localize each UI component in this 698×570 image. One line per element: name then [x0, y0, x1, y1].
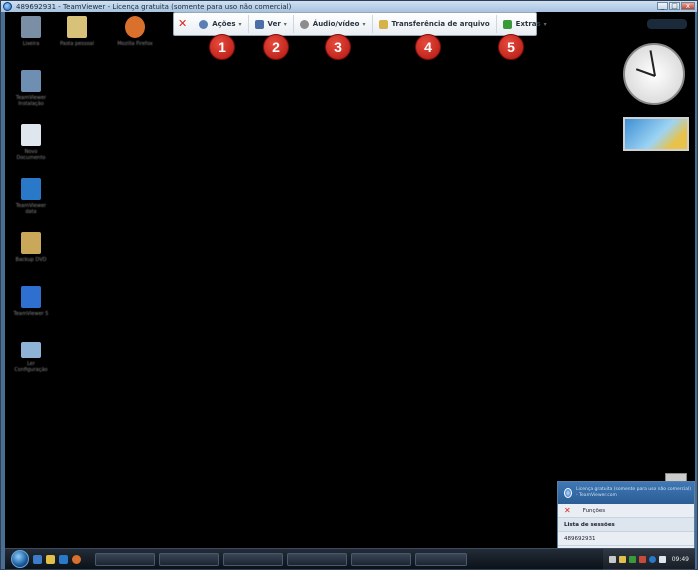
desktop-icon-label: Mozilla Firefox [117, 41, 153, 47]
toolbar-item-label: Ver [267, 20, 281, 28]
clock-minute-hand [649, 50, 656, 77]
chevron-down-icon: ▾ [238, 20, 242, 28]
remote-desktop[interactable]: Lixeira Pasta pessoal Mozilla Firefox Te… [5, 12, 695, 548]
session-list-item[interactable]: 489692931 [558, 532, 694, 546]
start-button[interactable] [11, 550, 29, 568]
teamviewer-app-icon [3, 2, 12, 11]
chevron-down-icon: ▾ [283, 20, 287, 28]
clock-gadget [623, 43, 685, 105]
tray-icon[interactable] [618, 556, 626, 563]
functions-row: ✕ Funções [558, 504, 694, 518]
tray-icon[interactable] [648, 556, 656, 563]
desktop-icon-config[interactable]: Ler Configuração [11, 342, 51, 373]
session-list-label: Lista de sessões [564, 521, 615, 528]
desktop-icon-firefox[interactable]: Mozilla Firefox [115, 16, 155, 47]
extras-icon [502, 19, 512, 29]
desktop-icon-label: Novo Documento [16, 149, 46, 161]
close-window-button[interactable]: x [681, 2, 695, 10]
remote-toolbar: ✕ Ações ▾ Ver ▾ Áudio/vídeo ▾ Transferên… [173, 12, 547, 36]
desktop-icon-teamviewer[interactable]: TeamViewer data [11, 178, 51, 215]
view-icon [254, 19, 264, 29]
callout-badge-2: 2 [263, 34, 289, 60]
close-session-button[interactable]: ✕ [178, 17, 187, 31]
toolbar-item-label: Extras [515, 20, 541, 28]
toolbar-item-label: Ações [212, 20, 236, 28]
desktop-icon-label: Ler Configuração [14, 361, 48, 373]
maximize-button[interactable]: □ [669, 2, 680, 10]
taskbar-button[interactable] [95, 552, 155, 566]
taskbar-button[interactable] [287, 552, 347, 566]
config-icon [21, 342, 41, 358]
volume-icon[interactable] [658, 556, 666, 563]
title-bar[interactable]: 489692931 - TeamViewer - Licença gratuit… [1, 1, 697, 12]
window-title: 489692931 - TeamViewer - Licença gratuit… [16, 2, 292, 11]
toolbar-extras-menu[interactable]: Extras ▾ [497, 15, 553, 33]
clock-time[interactable]: 09:49 [672, 556, 689, 563]
session-panel-header: Licença gratuita (somente para uso não c… [558, 482, 694, 504]
firefox-quicklaunch-icon[interactable] [72, 554, 81, 564]
chevron-down-icon: ▾ [362, 20, 366, 28]
functions-menu[interactable]: Funções [583, 508, 605, 514]
desktop-icon-recycle-bin[interactable]: Lixeira [11, 16, 51, 47]
close-icon[interactable]: ✕ [564, 506, 571, 515]
shortcut-icon [21, 70, 41, 92]
desktop-icon-label: Pasta pessoal [59, 41, 95, 47]
desktop-icon-label: TeamViewer data [15, 203, 47, 215]
toolbar-actions-menu[interactable]: Ações ▾ [193, 15, 249, 33]
sidebar-pill [647, 19, 687, 29]
desktop-icon-label: TeamViewer Instalação [15, 95, 47, 107]
desktop-icon-folder[interactable]: Pasta pessoal [57, 16, 97, 47]
license-notice: Licença gratuita (somente para uso não c… [576, 487, 692, 498]
taskbar-button[interactable] [351, 552, 411, 566]
tray-icon[interactable] [638, 556, 646, 563]
desktop-icon-document[interactable]: Novo Documento [11, 124, 51, 161]
desktop-icon-program[interactable]: Backup DVD [11, 232, 51, 263]
window-controls: _ □ x [657, 2, 695, 10]
toolbar-item-label: Transferência de arquivo [391, 20, 490, 28]
tray-icon[interactable] [608, 556, 616, 563]
desktop-icon-teamviewer-app[interactable]: TeamViewer 5 [11, 286, 51, 317]
actions-icon [199, 19, 209, 29]
callout-badge-1: 1 [209, 34, 235, 60]
toolbar-file-transfer-button[interactable]: Transferência de arquivo [373, 15, 497, 33]
teamviewer-app-icon [21, 286, 41, 308]
program-icon [21, 232, 41, 254]
desktop-icon-shortcut[interactable]: TeamViewer Instalação [11, 70, 51, 107]
toolbar-item-label: Áudio/vídeo [312, 20, 360, 28]
chevron-down-icon: ▾ [543, 20, 547, 28]
remote-taskbar: 09:49 [5, 548, 695, 570]
taskbar-button[interactable] [415, 552, 467, 566]
callout-badge-3: 3 [325, 34, 351, 60]
session-panel: Licença gratuita (somente para uso não c… [557, 481, 695, 553]
folder-icon [67, 16, 87, 38]
desktop-icon-label: TeamViewer 5 [13, 311, 49, 317]
document-icon [21, 124, 41, 146]
callout-badge-5: 5 [498, 34, 524, 60]
taskbar-button[interactable] [223, 552, 283, 566]
teamviewer-quicklaunch-icon[interactable] [59, 554, 68, 564]
audio-video-icon [299, 19, 309, 29]
firefox-icon [125, 16, 145, 38]
system-tray: 09:49 [602, 549, 695, 570]
callout-badge-4: 4 [415, 34, 441, 60]
desktop-icon-label: Backup DVD [15, 257, 47, 263]
session-list-header[interactable]: Lista de sessões [558, 518, 694, 532]
tray-icon[interactable] [628, 556, 636, 563]
file-transfer-icon [378, 19, 388, 29]
minimize-button[interactable]: _ [657, 2, 668, 10]
show-desktop-icon[interactable] [33, 554, 42, 564]
toolbar-view-menu[interactable]: Ver ▾ [249, 15, 294, 33]
teamviewer-icon [21, 178, 41, 200]
recycle-bin-icon [21, 16, 41, 38]
explorer-icon[interactable] [46, 554, 55, 564]
taskbar-button[interactable] [159, 552, 219, 566]
teamviewer-logo-icon [564, 488, 572, 498]
teamviewer-window: 489692931 - TeamViewer - Licença gratuit… [0, 0, 698, 570]
desktop-icon-label: Lixeira [22, 41, 40, 47]
session-id: 489692931 [564, 535, 596, 542]
toolbar-audio-video-menu[interactable]: Áudio/vídeo ▾ [294, 15, 373, 33]
slideshow-gadget [623, 117, 689, 151]
